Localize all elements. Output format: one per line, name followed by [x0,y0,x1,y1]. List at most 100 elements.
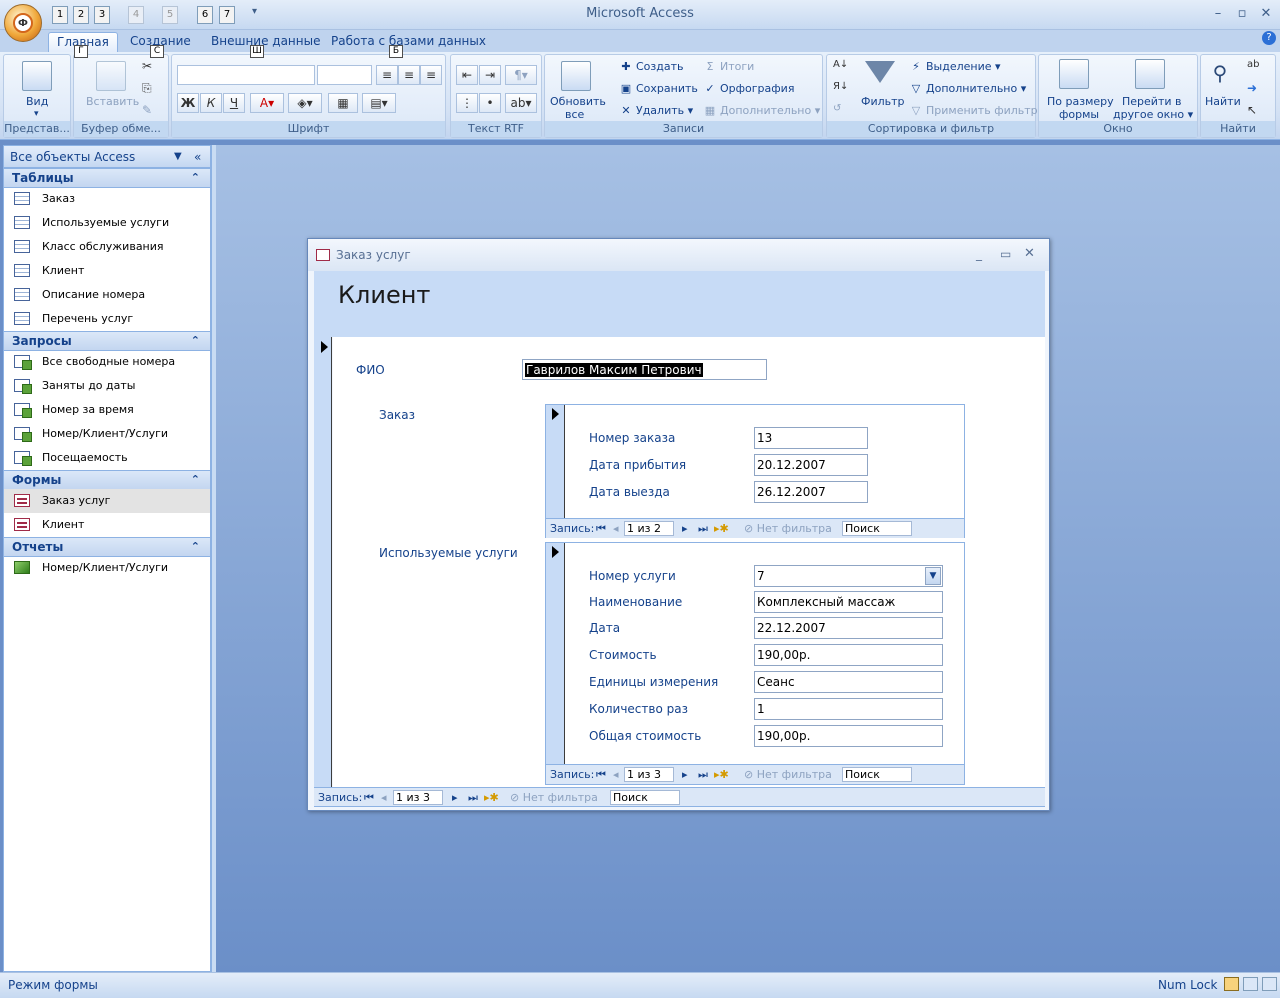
view-dropdown-icon[interactable]: ▾ [34,109,39,119]
indent-increase-icon[interactable]: ⇥ [479,65,501,85]
clear-sort-icon[interactable]: ↺ [833,103,841,114]
tab-external-data[interactable]: Внешние данные [203,32,328,52]
departure-date-field[interactable]: 26.12.2007 [754,481,868,503]
nav-item-query[interactable]: Все свободные номера [4,350,210,374]
bullets-icon[interactable]: • [479,93,501,113]
times-count-field[interactable]: 1 [754,698,943,720]
delete-record-button[interactable]: ✕ Удалить ▾ [619,104,693,118]
record-position-box[interactable]: 1 из 3 [624,767,674,782]
select-icon[interactable]: ↖ [1247,103,1257,117]
next-record-icon[interactable]: ▸ [452,788,458,807]
nav-item-table[interactable]: Класс обслуживания [4,235,210,259]
prev-record-icon[interactable]: ◂ [613,765,619,784]
order-record-selector[interactable] [546,405,565,519]
fit-form-button-2[interactable]: формы [1059,108,1099,121]
replace-icon[interactable]: ab [1247,59,1259,70]
form-window-titlebar[interactable]: Заказ услуг [308,239,1049,271]
form-close-icon[interactable]: ✕ [1024,246,1035,261]
nav-item-query[interactable]: Посещаемость [4,446,210,470]
service-number-combo[interactable]: 7 ▼ [754,565,943,587]
nav-section-reports[interactable]: Отчеты ⌃ [4,537,210,557]
refresh-icon[interactable] [561,61,591,91]
minimize-icon[interactable]: – [1208,5,1228,23]
sort-asc-icon[interactable]: A↓ [833,59,848,70]
paste-icon[interactable] [96,61,126,91]
nav-item-table[interactable]: Перечень услуг [4,307,210,331]
design-view-icon[interactable] [1262,977,1277,991]
tab-database-tools[interactable]: Работа с базами данных [323,32,494,52]
filter-button[interactable]: Фильтр [861,95,905,108]
first-record-icon[interactable]: ⏮ [596,765,606,784]
total-cost-field[interactable]: 190,00р. [754,725,943,747]
record-position-box[interactable]: 1 из 2 [624,521,674,536]
service-name-field[interactable]: Комплексный массаж [754,591,943,613]
switch-window-button[interactable]: Перейти в [1122,95,1181,108]
more-records-button[interactable]: ▦ Дополнительно ▾ [703,104,820,118]
next-record-icon[interactable]: ▸ [682,519,688,538]
bold-button[interactable]: Ж [177,93,199,113]
collapse-icon[interactable]: ⌃ [191,332,200,350]
no-filter-indicator[interactable]: ⊘ Нет фильтра [744,519,832,538]
next-record-icon[interactable]: ▸ [682,765,688,784]
collapse-icon[interactable]: ⌃ [191,471,200,489]
nav-pane-header[interactable]: Все объекты Access ▼ « [4,146,210,168]
indent-decrease-icon[interactable]: ⇤ [456,65,478,85]
nav-menu-dropdown-icon[interactable]: ▼ [174,146,182,168]
record-position-box[interactable]: 1 из 3 [393,790,443,805]
help-icon[interactable]: ? [1262,31,1276,45]
totals-button[interactable]: Σ Итоги [703,60,755,74]
apply-filter-button[interactable]: ▽ Применить фильтр [909,104,1038,118]
nav-section-tables[interactable]: Таблицы ⌃ [4,168,210,188]
nav-item-table[interactable]: Описание номера [4,283,210,307]
nav-item-report[interactable]: Номер/Клиент/Услуги [4,556,210,580]
service-date-field[interactable]: 22.12.2007 [754,617,943,639]
save-record-button[interactable]: ▣ Сохранить [619,82,698,96]
font-size-combo[interactable] [317,65,372,85]
new-record-icon[interactable]: ▸✱ [714,765,729,784]
fill-color-icon[interactable]: ◈▾ [288,93,322,113]
new-record-icon[interactable]: ▸✱ [714,519,729,538]
new-record-button[interactable]: ✚ Создать [619,60,683,74]
switch-window-button-2[interactable]: другое окно ▾ [1113,108,1193,121]
format-painter-icon[interactable]: ✎ [142,103,152,117]
first-record-icon[interactable]: ⏮ [596,519,606,538]
fit-form-icon[interactable] [1059,59,1089,89]
nav-item-table[interactable]: Клиент [4,259,210,283]
nav-item-query[interactable]: Номер за время [4,398,210,422]
form-view-icon[interactable] [1224,977,1239,991]
last-record-icon[interactable]: ⏭ [698,765,708,784]
find-button[interactable]: Найти [1205,95,1241,108]
font-name-combo[interactable] [177,65,315,85]
copy-icon[interactable]: ⎘ [142,81,152,96]
no-filter-indicator[interactable]: ⊘ Нет фильтра [510,788,598,807]
nav-item-form[interactable]: Клиент [4,513,210,537]
fit-form-button[interactable]: По размеру [1047,95,1114,108]
align-center-icon[interactable]: ≡ [398,65,420,85]
goto-icon[interactable]: ➜ [1247,81,1257,95]
services-record-selector[interactable] [546,543,565,764]
sort-desc-icon[interactable]: Я↓ [833,81,848,92]
nav-item-query[interactable]: Номер/Клиент/Услуги [4,422,210,446]
form-minimize-icon[interactable]: _ [976,247,982,261]
selection-button[interactable]: ⚡ Выделение ▾ [909,60,1000,74]
view-icon[interactable] [22,61,52,91]
nav-section-queries[interactable]: Запросы ⌃ [4,331,210,351]
nav-section-forms[interactable]: Формы ⌃ [4,470,210,490]
nav-item-form-selected[interactable]: Заказ услуг [4,489,210,513]
italic-button[interactable]: К [200,93,222,113]
advanced-filter-button[interactable]: ▽ Дополнительно ▾ [909,82,1027,96]
paragraph-icon[interactable]: ¶▾ [505,65,537,85]
prev-record-icon[interactable]: ◂ [381,788,387,807]
fio-field[interactable]: Гаврилов Максим Петрович [522,359,767,380]
units-field[interactable]: Сеанс [754,671,943,693]
order-number-field[interactable]: 13 [754,427,868,449]
paste-button[interactable]: Вставить [86,95,139,108]
view-button[interactable]: Вид [26,95,48,108]
last-record-icon[interactable]: ⏭ [698,519,708,538]
underline-button[interactable]: Ч [223,93,245,113]
record-selector[interactable] [314,337,332,787]
spelling-button[interactable]: ✓ Орфография [703,82,794,96]
shutter-bar-close-icon[interactable]: « [194,146,201,168]
font-color-icon[interactable]: A▾ [250,93,284,113]
arrival-date-field[interactable]: 20.12.2007 [754,454,868,476]
